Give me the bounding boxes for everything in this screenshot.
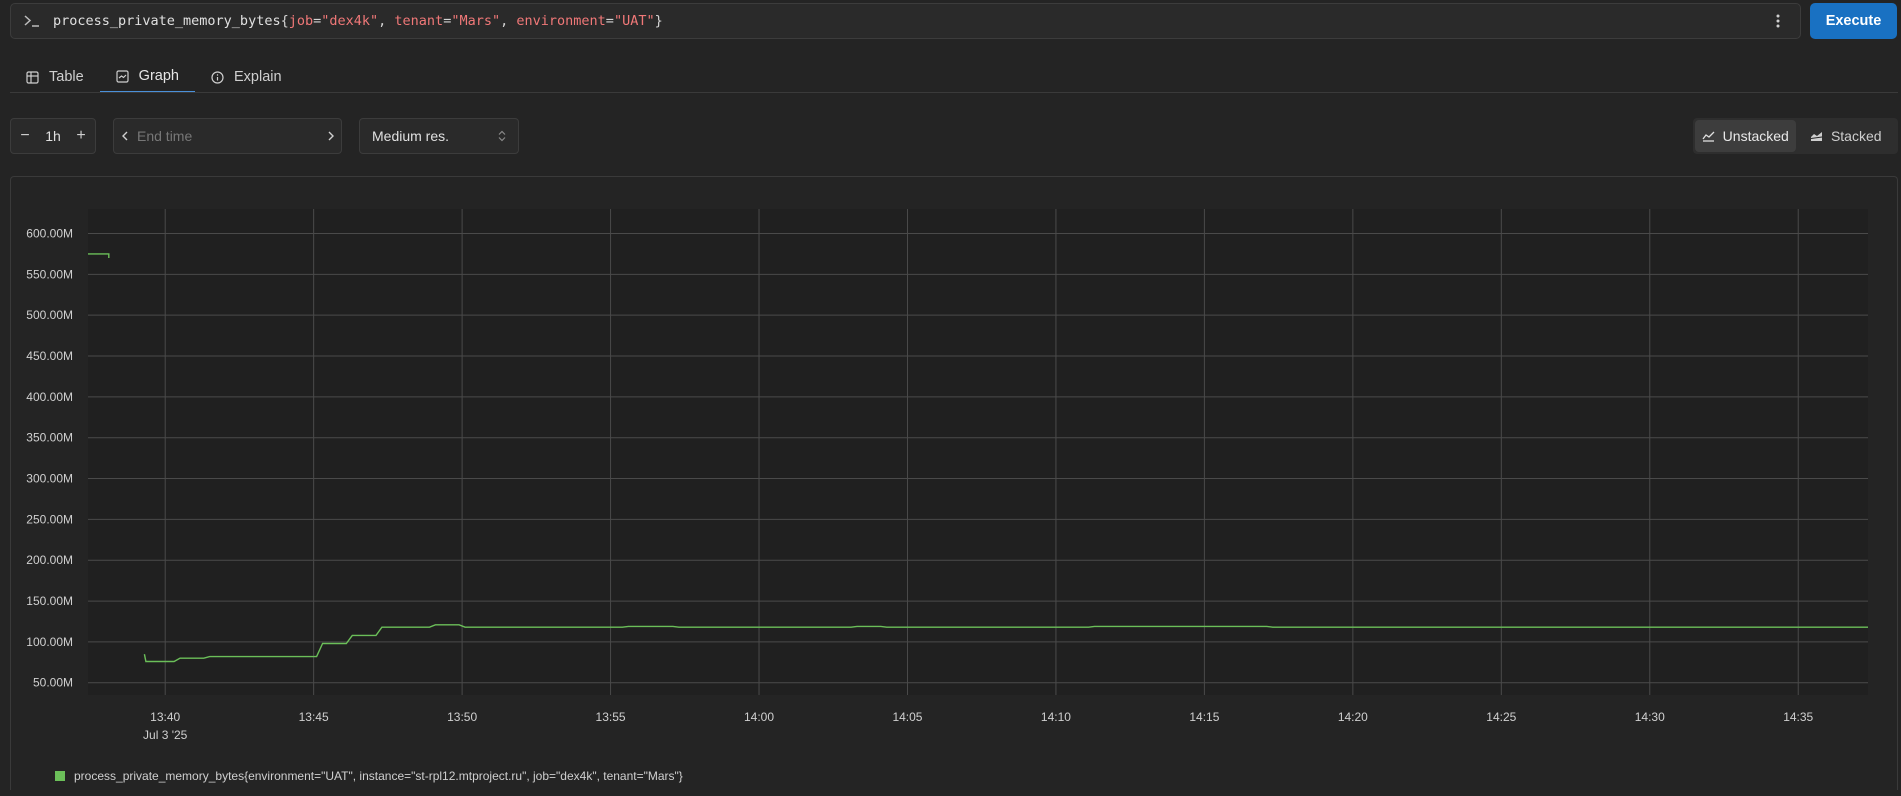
tabs-divider bbox=[10, 92, 1898, 93]
tab-explain[interactable]: Explain bbox=[195, 61, 298, 93]
tab-label: Explain bbox=[233, 69, 282, 85]
increase-range-button[interactable]: + bbox=[67, 127, 95, 145]
x-tick-label: 13:50 bbox=[447, 710, 477, 724]
unstacked-chart-icon bbox=[1702, 131, 1715, 142]
x-tick-label: 13:45 bbox=[299, 710, 329, 724]
y-tick-label: 600.00M bbox=[26, 227, 73, 241]
select-arrows-icon bbox=[498, 130, 506, 142]
y-tick-label: 50.00M bbox=[33, 676, 73, 690]
x-date-label: Jul 3 '25 bbox=[143, 728, 188, 742]
stacked-chart-icon bbox=[1810, 131, 1823, 141]
matcher-key: environment bbox=[516, 13, 606, 29]
unstacked-label: Unstacked bbox=[1722, 128, 1789, 144]
x-axis-labels: 13:40 13:45 13:50 13:55 14:00 14:05 14:10 14:15… bbox=[143, 710, 1814, 742]
resolution-value: Medium res. bbox=[372, 128, 450, 144]
range-value[interactable]: 1h bbox=[39, 128, 67, 144]
execute-button[interactable]: Execute bbox=[1810, 3, 1897, 39]
x-tick-label: 14:15 bbox=[1189, 710, 1219, 724]
x-tick-label: 14:25 bbox=[1486, 710, 1516, 724]
decrease-range-button[interactable]: − bbox=[11, 127, 39, 145]
query-editor[interactable]: process_private_memory_bytes{job="dex4k"… bbox=[10, 3, 1801, 39]
stacked-option[interactable]: Stacked bbox=[1796, 120, 1897, 152]
y-tick-label: 250.00M bbox=[26, 512, 73, 526]
tab-table[interactable]: Table bbox=[10, 61, 100, 93]
x-tick-label: 14:05 bbox=[892, 710, 922, 724]
x-tick-label: 14:35 bbox=[1783, 710, 1813, 724]
y-tick-label: 400.00M bbox=[26, 390, 73, 404]
view-tabs: Table Graph Explain bbox=[10, 61, 298, 93]
legend-swatch bbox=[55, 771, 65, 781]
terminal-prompt-icon bbox=[11, 14, 53, 28]
matcher-value: "Mars" bbox=[451, 13, 501, 29]
resolution-select[interactable]: Medium res. bbox=[359, 118, 519, 154]
y-tick-label: 450.00M bbox=[26, 349, 73, 363]
y-axis-labels: 50.00M 100.00M 150.00M 200.00M 250.00M 300.00… bbox=[26, 227, 73, 690]
x-tick-label: 14:20 bbox=[1338, 710, 1368, 724]
chevron-left-icon[interactable] bbox=[114, 131, 135, 141]
x-tick-label: 13:40 bbox=[150, 710, 180, 724]
legend-item[interactable]: process_private_memory_bytes{environment… bbox=[55, 769, 683, 783]
info-icon bbox=[211, 70, 224, 84]
more-options-icon[interactable] bbox=[1764, 7, 1792, 35]
y-tick-label: 550.00M bbox=[26, 267, 73, 281]
y-tick-label: 300.00M bbox=[26, 472, 73, 486]
plot-area bbox=[88, 209, 1868, 695]
time-series-chart[interactable]: 50.00M 100.00M 150.00M 200.00M 250.00M 300.00… bbox=[11, 177, 1897, 791]
x-tick-label: 14:00 bbox=[744, 710, 774, 724]
y-tick-label: 500.00M bbox=[26, 308, 73, 322]
chevron-right-icon[interactable] bbox=[320, 131, 341, 141]
query-metric-name: process_private_memory_bytes bbox=[53, 13, 281, 29]
legend-label: process_private_memory_bytes{environment… bbox=[74, 769, 683, 783]
range-control: − 1h + bbox=[10, 118, 96, 154]
stacked-label: Stacked bbox=[1830, 128, 1882, 144]
unstacked-option[interactable]: Unstacked bbox=[1695, 120, 1796, 152]
end-time-input[interactable] bbox=[135, 127, 320, 145]
x-tick-label: 14:30 bbox=[1635, 710, 1665, 724]
stack-mode-toggle: Unstacked Stacked bbox=[1693, 118, 1898, 154]
matcher-key: job bbox=[288, 13, 314, 29]
matcher-value: "dex4k" bbox=[321, 13, 379, 29]
y-tick-label: 350.00M bbox=[26, 431, 73, 445]
tab-label: Table bbox=[49, 69, 84, 85]
x-tick-label: 14:10 bbox=[1041, 710, 1071, 724]
y-tick-label: 100.00M bbox=[26, 635, 73, 649]
y-tick-label: 150.00M bbox=[26, 594, 73, 608]
query-expression[interactable]: process_private_memory_bytes{job="dex4k"… bbox=[53, 13, 1764, 29]
y-tick-label: 200.00M bbox=[26, 553, 73, 567]
graph-panel: 50.00M 100.00M 150.00M 200.00M 250.00M 300.00… bbox=[10, 176, 1898, 790]
graph-icon bbox=[116, 69, 129, 83]
tab-label: Graph bbox=[138, 68, 179, 84]
matcher-value: "UAT" bbox=[613, 13, 655, 29]
matcher-key: tenant bbox=[394, 13, 444, 29]
tab-graph[interactable]: Graph bbox=[99, 61, 195, 93]
end-time-control bbox=[113, 118, 342, 154]
x-tick-label: 13:55 bbox=[596, 710, 626, 724]
table-icon bbox=[26, 70, 39, 84]
